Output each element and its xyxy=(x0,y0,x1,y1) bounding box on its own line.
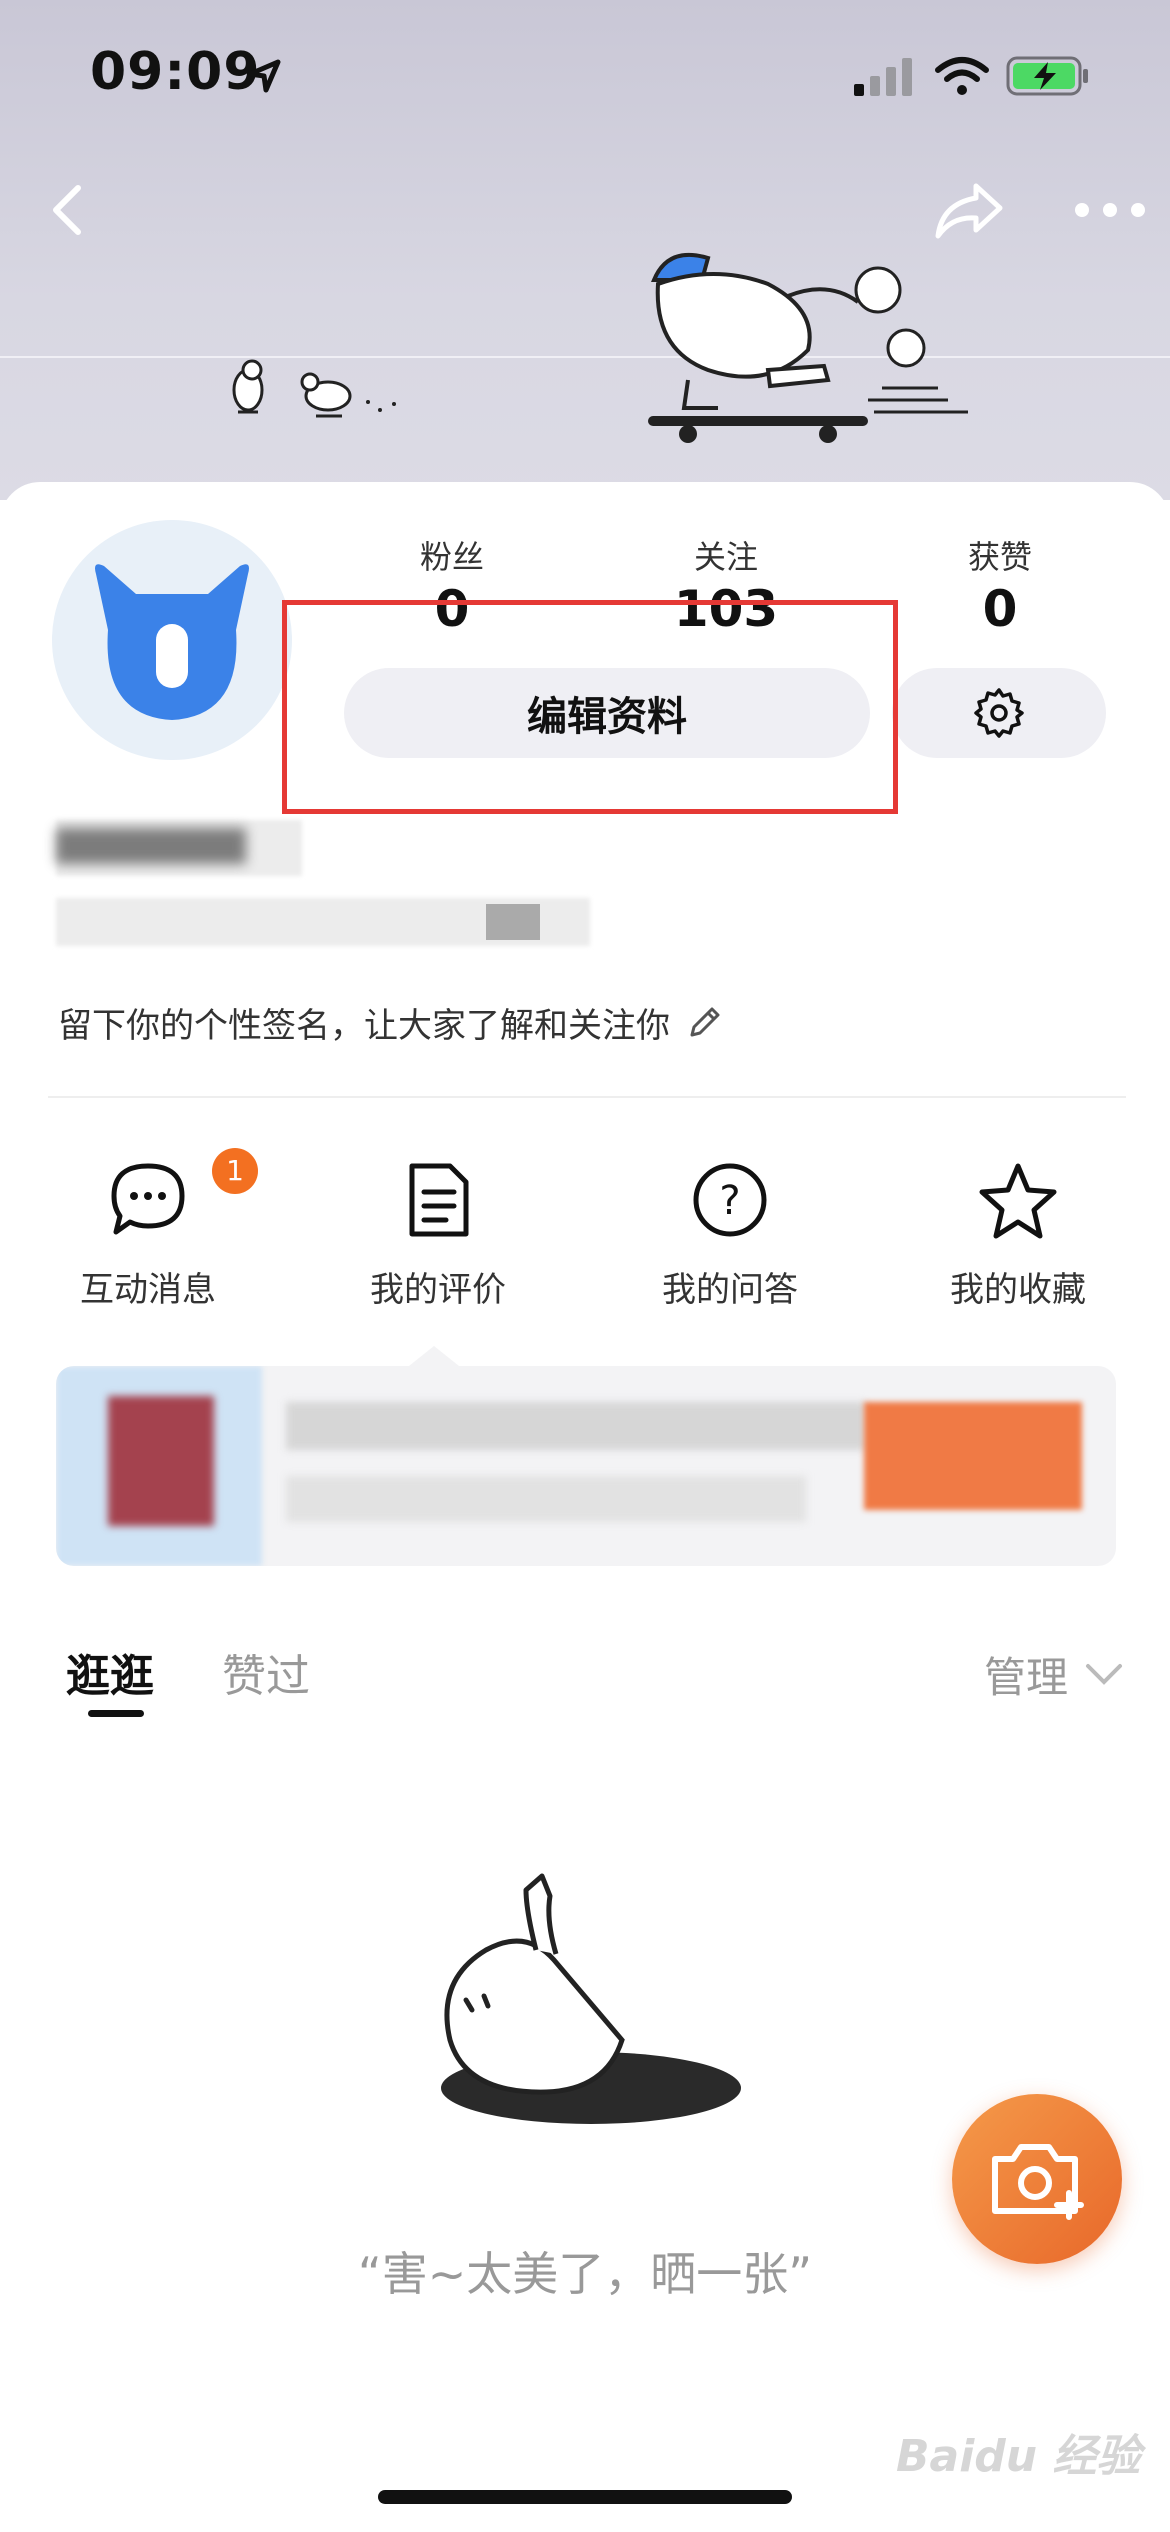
signature-row[interactable]: 留下你的个性签名，让大家了解和关注你 xyxy=(58,998,724,1047)
skateboarder-illustration xyxy=(648,252,968,443)
wifi-icon xyxy=(935,57,989,95)
tab-active-indicator xyxy=(88,1710,144,1717)
camera-plus-icon xyxy=(992,2144,1084,2220)
stat-label-following: 关注 xyxy=(693,538,758,576)
promo-banner-redacted[interactable] xyxy=(56,1366,1116,1566)
cow-logo-icon xyxy=(95,564,249,720)
more-icon[interactable] xyxy=(1070,196,1150,224)
promo-subtitle-redacted xyxy=(286,1476,806,1522)
settings-button[interactable] xyxy=(892,668,1106,758)
chat-bubble-icon xyxy=(111,1163,185,1235)
avatar[interactable] xyxy=(52,520,292,760)
username-redacted-overlay xyxy=(56,828,246,864)
birds-illustration xyxy=(232,359,396,418)
messages-badge: 1 xyxy=(212,1148,258,1194)
stat-label-likes: 获赞 xyxy=(967,538,1032,576)
action-reviews[interactable]: 我的评价 xyxy=(328,1160,548,1311)
chevron-down-icon xyxy=(1086,1663,1123,1685)
promo-title-redacted xyxy=(286,1402,866,1450)
stat-value-likes[interactable]: 0 xyxy=(900,580,1100,638)
banner-horizon-line xyxy=(0,356,1170,358)
document-icon xyxy=(409,1163,469,1237)
promo-product-redacted xyxy=(108,1396,214,1526)
tab-zanguo[interactable]: 赞过 xyxy=(222,1640,310,1704)
action-qa[interactable]: ? 我的问答 xyxy=(620,1160,840,1311)
share-icon[interactable] xyxy=(932,178,1006,242)
gear-icon xyxy=(974,688,1024,738)
promo-cta-redacted xyxy=(864,1402,1082,1510)
back-icon[interactable] xyxy=(44,180,90,240)
action-reviews-label: 我的评价 xyxy=(370,1270,506,1310)
action-qa-label: 我的问答 xyxy=(662,1270,798,1310)
camera-post-button[interactable] xyxy=(952,2094,1122,2264)
location-arrow-icon xyxy=(247,59,281,93)
baidu-watermark: Baidu 经验 xyxy=(896,2431,1141,2482)
stat-label-fans: 粉丝 xyxy=(419,538,484,576)
action-favorites[interactable]: 我的收藏 xyxy=(908,1160,1128,1311)
action-favorites-label: 我的收藏 xyxy=(950,1270,1086,1310)
user-id-redacted-block xyxy=(486,904,540,940)
annotation-highlight-box xyxy=(282,600,898,814)
status-time: 09:09 xyxy=(90,42,261,102)
svg-text:?: ? xyxy=(719,1178,740,1224)
tab-guangguang[interactable]: 逛逛 xyxy=(66,1640,154,1704)
manage-dropdown[interactable]: 管理 xyxy=(984,1644,1124,1705)
battery-charging-icon xyxy=(1006,56,1088,96)
action-messages-label: 互动消息 xyxy=(80,1270,216,1310)
star-icon xyxy=(979,1163,1057,1239)
home-indicator[interactable] xyxy=(378,2490,792,2504)
question-icon: ? xyxy=(693,1163,767,1237)
manage-label: 管理 xyxy=(984,1653,1069,1702)
pencil-icon xyxy=(690,1007,720,1036)
signature-text: 留下你的个性签名，让大家了解和关注你 xyxy=(58,1006,670,1046)
empty-state-illustration xyxy=(441,1873,741,2124)
signal-icon xyxy=(854,58,912,96)
section-divider xyxy=(48,1096,1126,1098)
